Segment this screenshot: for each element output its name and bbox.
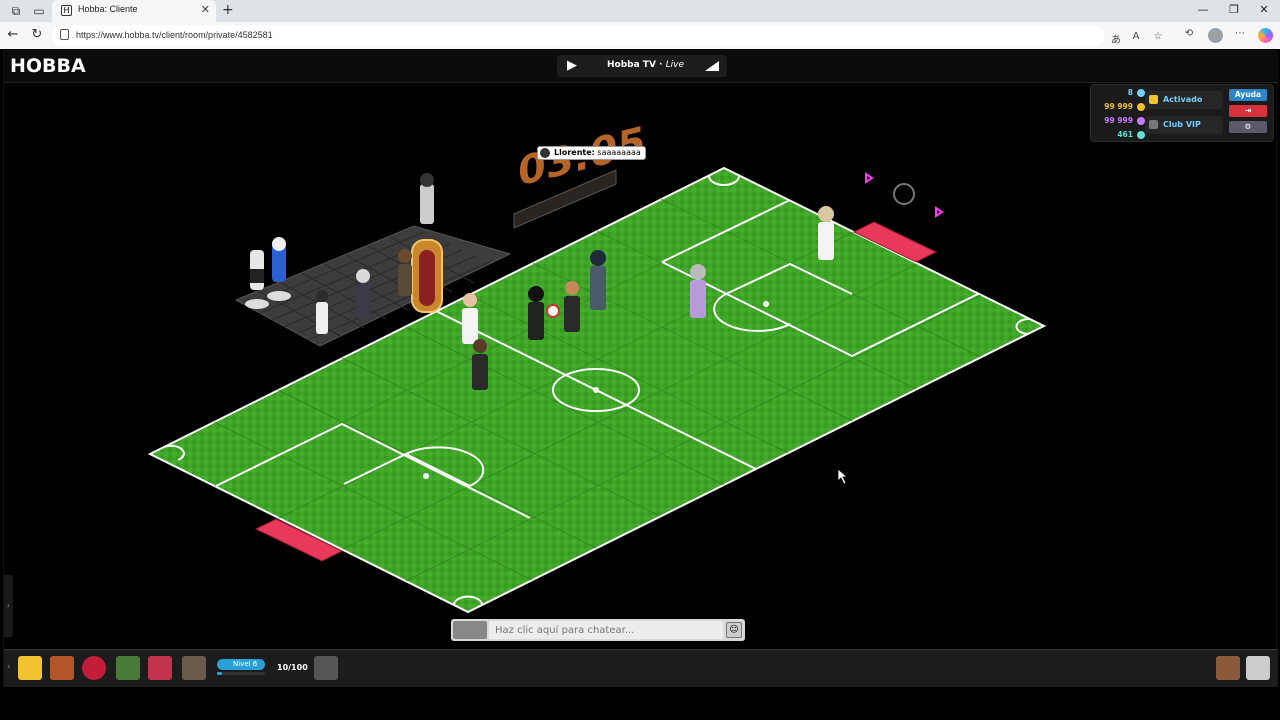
bubble-username: Llorente: <box>554 148 595 157</box>
room-view[interactable]: 03:05 <box>4 84 1278 624</box>
room-canvas[interactable]: 03:05 <box>4 84 1278 624</box>
credits-icon <box>1137 103 1145 111</box>
neon-decoration <box>865 172 944 218</box>
avatar-10 <box>564 281 580 332</box>
avatar-12 <box>690 264 706 318</box>
translate-icon[interactable]: あ <box>1108 31 1124 46</box>
credits-count: 99 999 <box>1104 102 1133 111</box>
game-topbar: HOBBA ▶ Hobba TV · Live <box>4 51 1278 83</box>
center-spot <box>593 387 599 393</box>
new-tab-icon[interactable]: + <box>222 2 234 18</box>
club-vip-label: Club VIP <box>1163 120 1201 129</box>
favorite-star-icon[interactable]: ☆ <box>1150 31 1166 42</box>
messenger-icon[interactable] <box>1246 656 1270 680</box>
currency-panel: 8 99 999 99 999 461 Activado Club VIP Ay… <box>1090 84 1274 142</box>
builder-icon <box>1149 95 1158 104</box>
browser-window: ⧉ ▭ H Hobba: Cliente ✕ + — ❐ ✕ ← ↻ https… <box>0 0 1280 720</box>
level-badge[interactable]: Nivel 6 <box>217 659 265 670</box>
lock-icon <box>60 29 69 40</box>
avatar-5 <box>398 249 412 296</box>
emoji-icon[interactable]: ☺ <box>726 622 742 638</box>
chat-bar: ☺ <box>451 619 745 641</box>
play-icon[interactable]: ▶ <box>567 58 577 73</box>
minimize-icon[interactable]: — <box>1193 3 1213 16</box>
inventory-icon[interactable] <box>148 656 172 680</box>
avatar-8 <box>472 339 488 390</box>
avatar-7 <box>462 293 478 344</box>
level-count: 10/100 <box>277 663 308 672</box>
vip-icon <box>1149 120 1158 129</box>
hobba-favicon-icon: H <box>61 5 72 16</box>
address-row: ← ↻ https://www.hobba.tv/client/room/pri… <box>0 22 1280 49</box>
camera-icon[interactable] <box>314 656 338 680</box>
bottom-toolbar: ‹ Nivel 6 10/100 <box>4 649 1278 687</box>
duckets-icon <box>1137 117 1145 125</box>
gem-icon <box>1137 131 1145 139</box>
diamonds-count: 8 <box>1127 88 1133 97</box>
hobba-logo: HOBBA <box>10 55 86 77</box>
right-penalty-spot <box>763 301 769 307</box>
hobba-tv-player[interactable]: ▶ Hobba TV · Live <box>557 55 727 77</box>
builder-label: Activado <box>1163 95 1203 104</box>
help-button[interactable]: Ayuda <box>1229 89 1267 101</box>
level-progress-fill <box>217 672 222 675</box>
level-progress-bar <box>217 672 265 675</box>
tab-bar: ⧉ ▭ H Hobba: Cliente ✕ + — ❐ ✕ <box>0 0 1280 22</box>
volume-icon[interactable] <box>705 61 719 71</box>
more-options-icon[interactable]: ⋯ <box>1232 28 1248 39</box>
door-inner <box>419 250 435 306</box>
profile-avatar[interactable] <box>1208 28 1223 43</box>
bubble-message: saaaaaaaa <box>597 148 641 157</box>
reload-icon[interactable]: ↻ <box>29 27 45 42</box>
scoreboard[interactable]: 03:05 <box>513 117 645 229</box>
avatar-11 <box>590 250 606 310</box>
catalog-icon[interactable] <box>50 656 74 680</box>
game-client: HOBBA ▶ Hobba TV · Live Llorente: saaaaa… <box>3 50 1278 687</box>
mouse-cursor <box>837 468 849 485</box>
avatar-4 <box>356 269 370 318</box>
avatar-head-icon[interactable] <box>182 656 206 680</box>
left-penalty-spot <box>423 473 429 479</box>
bubble-avatar-icon <box>540 148 550 158</box>
settings-gear-icon[interactable]: ⚙ <box>1229 121 1267 133</box>
avatar-3 <box>316 290 328 334</box>
back-icon[interactable]: ← <box>5 27 21 42</box>
close-tab-icon[interactable]: ✕ <box>201 3 210 16</box>
chat-style-selector[interactable] <box>453 621 487 639</box>
gems-count: 461 <box>1117 130 1133 139</box>
close-window-icon[interactable]: ✕ <box>1254 3 1274 16</box>
avatar-13 <box>818 206 834 260</box>
rooms-icon[interactable] <box>82 656 106 680</box>
friends-icon[interactable] <box>1216 656 1240 680</box>
chat-input[interactable] <box>489 621 723 639</box>
avatar-9 <box>528 286 544 340</box>
bottom-strip <box>0 688 1280 720</box>
collapse-toolbar-icon[interactable]: ‹ <box>7 662 11 672</box>
tab-actions-icon[interactable]: ▭ <box>32 4 46 18</box>
restore-icon[interactable]: ❐ <box>1224 3 1244 16</box>
builder-activado-button[interactable]: Activado <box>1145 91 1223 109</box>
avatar-6 <box>420 173 434 224</box>
tv-title: Hobba TV · Live <box>607 60 684 70</box>
tab-title: Hobba: Cliente <box>78 4 138 14</box>
copilot-icon[interactable] <box>1258 28 1273 43</box>
chat-bubble[interactable]: Llorente: saaaaaaaa <box>537 146 646 160</box>
side-panel-toggle-icon[interactable]: › <box>4 575 13 637</box>
extensions-icon[interactable]: ⟲ <box>1181 28 1197 39</box>
football <box>546 304 560 318</box>
diamond-icon <box>1137 89 1145 97</box>
address-bar[interactable]: https://www.hobba.tv/client/room/private… <box>52 25 1162 46</box>
games-icon[interactable] <box>116 656 140 680</box>
duckets-count: 99 999 <box>1104 116 1133 125</box>
logout-icon[interactable]: ⇥ <box>1229 105 1267 117</box>
tab-hobba[interactable]: H Hobba: Cliente ✕ <box>52 0 216 22</box>
navigator-icon[interactable] <box>18 656 42 680</box>
read-aloud-icon[interactable]: A <box>1128 31 1144 42</box>
club-vip-button[interactable]: Club VIP <box>1145 116 1223 134</box>
url-text[interactable]: https://www.hobba.tv/client/room/private… <box>76 30 273 40</box>
workspaces-icon[interactable]: ⧉ <box>9 4 23 18</box>
